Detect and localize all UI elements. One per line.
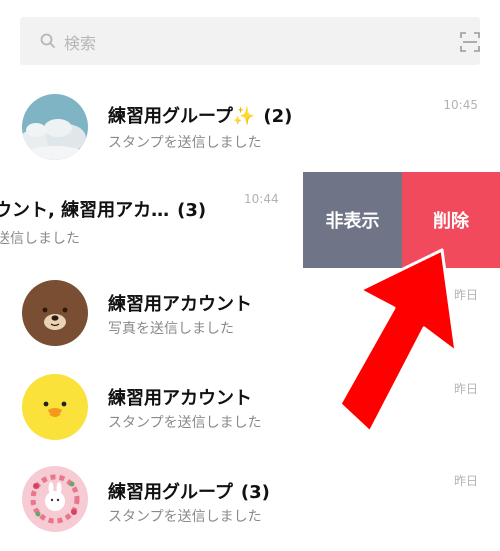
chat-row-swiped[interactable]: ウント, 練習用アカ… (3) 送信しました 10:44 非表示 削除	[0, 172, 500, 268]
chat-name: 練習用アカウント	[108, 388, 252, 409]
chat-name: ウント, 練習用アカ… (3)	[0, 200, 207, 221]
cony-flower-avatar	[22, 466, 88, 532]
search-icon	[40, 33, 55, 48]
delete-button[interactable]: 削除	[402, 172, 500, 268]
brown-bear-avatar	[22, 280, 88, 346]
chat-preview: 送信しました	[0, 231, 80, 247]
sally-chick-avatar	[22, 374, 88, 440]
chat-row[interactable]: 練習用グループ (3) スタンプを送信しました 昨日	[0, 454, 500, 546]
chat-name: 練習用アカウント	[108, 294, 252, 315]
chat-time: 10:44	[244, 192, 279, 206]
chat-preview: 写真を送信しました	[108, 321, 234, 337]
chat-time: 10:45	[443, 98, 478, 112]
chat-time: 昨日	[453, 382, 478, 396]
chat-preview: スタンプを送信しました	[108, 415, 262, 431]
chat-name: 練習用グループ✨ (2)	[108, 106, 293, 127]
chat-time: 昨日	[453, 474, 478, 488]
hide-button[interactable]: 非表示	[303, 172, 402, 268]
search-placeholder: 検索	[64, 34, 97, 53]
chat-name: 練習用グループ (3)	[108, 482, 270, 503]
group-avatar-sky	[22, 94, 88, 160]
search-bar[interactable]: 検索	[20, 17, 480, 65]
chat-row[interactable]: 練習用グループ✨ (2) スタンプを送信しました 10:45	[0, 80, 500, 172]
qr-scan-icon[interactable]	[460, 32, 480, 52]
chat-row[interactable]: 練習用アカウント スタンプを送信しました 昨日	[0, 362, 500, 454]
chat-time: 昨日	[453, 288, 478, 302]
chat-preview: スタンプを送信しました	[108, 509, 262, 525]
chat-row[interactable]: 練習用アカウント 写真を送信しました 昨日	[0, 268, 500, 360]
chat-preview: スタンプを送信しました	[108, 135, 262, 151]
